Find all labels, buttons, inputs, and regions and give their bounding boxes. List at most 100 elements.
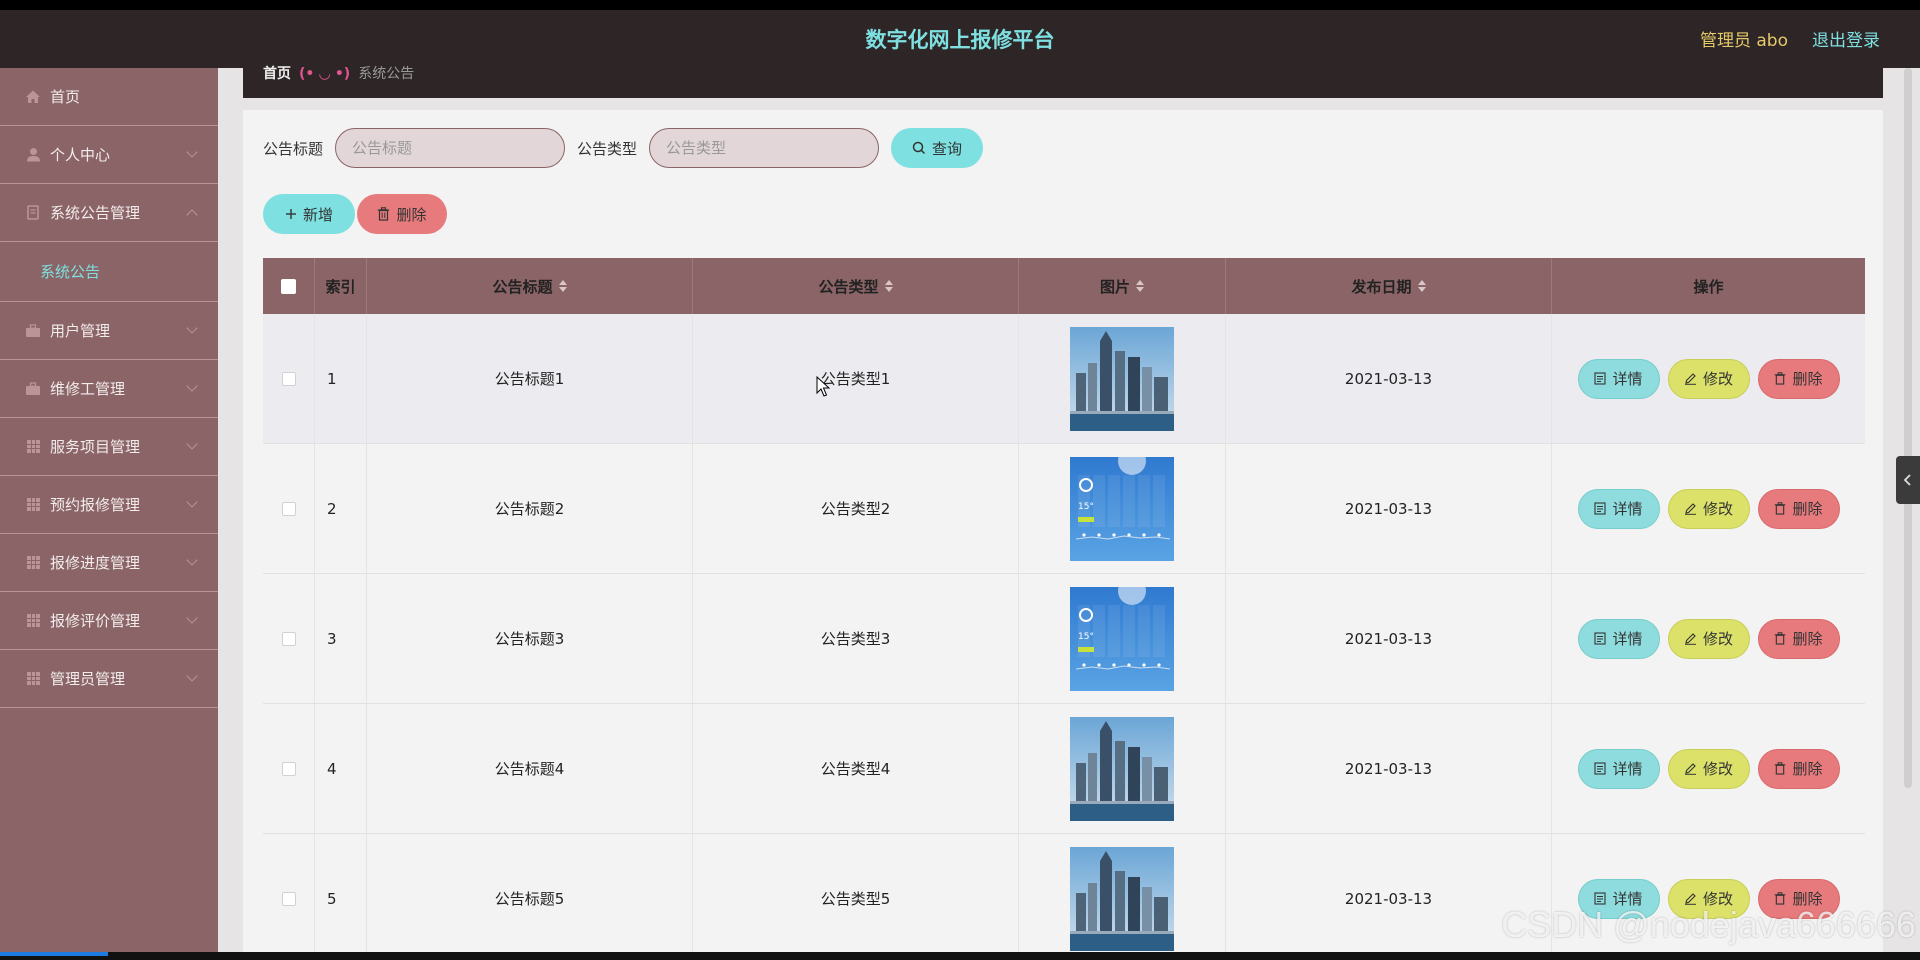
delete-button[interactable]: 删除 <box>1757 488 1840 529</box>
row-ops: 详情 修改 删除 <box>1552 574 1865 703</box>
sidebar-item[interactable]: 系统公告管理 <box>0 184 218 242</box>
batch-delete-label: 删除 <box>396 205 427 224</box>
row-checkbox[interactable] <box>281 631 296 646</box>
breadcrumb: 首页 (• ◡ •) 系统公告 <box>263 63 414 83</box>
title-search-input[interactable]: 公告标题 <box>335 128 566 168</box>
sort-icon[interactable] <box>1136 280 1144 292</box>
vertical-scrollbar[interactable] <box>1904 68 1912 788</box>
row-index: 2 <box>315 444 367 573</box>
svg-text:15°: 15° <box>1078 632 1094 642</box>
table-row: 2 公告标题2 公告类型2 15° 2021-03-13 详情 修改 删除 <box>263 444 1865 574</box>
query-button[interactable]: 查询 <box>891 128 984 168</box>
row-date: 2021-03-13 <box>1226 704 1552 833</box>
edit-button[interactable]: 修改 <box>1667 618 1750 659</box>
edit-button-label: 修改 <box>1702 630 1733 648</box>
edit-button[interactable]: 修改 <box>1667 748 1750 789</box>
header-type-label: 公告类型 <box>818 277 879 296</box>
header-title-label: 公告标题 <box>492 277 553 296</box>
sidebar-item[interactable]: 维修工管理 <box>0 360 218 418</box>
row-date: 2021-03-13 <box>1226 314 1552 443</box>
delete-button[interactable]: 删除 <box>1757 618 1840 659</box>
trash-icon <box>1774 502 1786 515</box>
sidebar-item[interactable]: 报修进度管理 <box>0 534 218 592</box>
row-checkbox[interactable] <box>281 371 296 386</box>
sidebar-item[interactable]: 首页 <box>0 68 218 126</box>
svg-text:15°: 15° <box>1078 502 1094 512</box>
row-image-cell <box>1019 704 1226 833</box>
table-row: 1 公告标题1 公告类型1 2021-03-13 详情 修改 删除 <box>263 314 1865 444</box>
admin-name: 管理员 abo <box>1699 31 1788 51</box>
trash-icon <box>1774 762 1786 775</box>
add-button[interactable]: 新增 <box>263 194 355 234</box>
sidebar-item[interactable]: 个人中心 <box>0 126 218 184</box>
sidebar-item[interactable]: 预约报修管理 <box>0 476 218 534</box>
header-image[interactable]: 图片 <box>1019 258 1226 314</box>
sidebar-item[interactable]: 报修评价管理 <box>0 592 218 650</box>
edit-button[interactable]: 修改 <box>1667 358 1750 399</box>
row-checkbox[interactable] <box>281 501 296 516</box>
detail-button[interactable]: 详情 <box>1577 618 1660 659</box>
header-type[interactable]: 公告类型 <box>693 258 1019 314</box>
edit-icon <box>1684 372 1697 385</box>
detail-icon <box>1594 502 1607 515</box>
select-all-checkbox[interactable] <box>281 278 296 294</box>
batch-delete-button[interactable]: 删除 <box>357 194 447 234</box>
delete-button[interactable]: 删除 <box>1757 358 1840 399</box>
row-image-cell: 15° <box>1019 444 1226 573</box>
detail-button[interactable]: 详情 <box>1577 358 1660 399</box>
sort-icon[interactable] <box>884 280 893 292</box>
row-index: 3 <box>315 574 367 703</box>
row-title: 公告标题1 <box>367 314 693 443</box>
sidebar-subitem-notice[interactable]: 系统公告 <box>0 242 218 302</box>
notice-image[interactable] <box>1070 716 1174 821</box>
delete-button-label: 删除 <box>1792 630 1823 648</box>
add-button-label: 新增 <box>302 205 333 224</box>
query-button-label: 查询 <box>932 139 963 158</box>
sort-icon[interactable] <box>1417 280 1426 292</box>
row-title: 公告标题4 <box>367 704 693 833</box>
detail-button[interactable]: 详情 <box>1577 488 1660 529</box>
content-panel: 公告标题 公告标题 公告类型 公告类型 查询 新增 删除 索引 公告标题 公告类… <box>243 110 1883 960</box>
header-index: 索引 <box>315 258 367 314</box>
row-title: 公告标题3 <box>367 574 693 703</box>
sidebar-item[interactable]: 服务项目管理 <box>0 418 218 476</box>
grid-icon <box>24 496 42 514</box>
notice-image[interactable] <box>1070 846 1174 951</box>
breadcrumb-home[interactable]: 首页 <box>263 66 291 82</box>
row-type: 公告类型5 <box>693 834 1019 960</box>
delete-button[interactable]: 删除 <box>1757 748 1840 789</box>
notice-image[interactable] <box>1070 326 1174 431</box>
row-ops: 详情 修改 删除 <box>1552 314 1865 443</box>
edit-button[interactable]: 修改 <box>1667 488 1750 529</box>
detail-icon <box>1594 372 1607 385</box>
detail-button[interactable]: 详情 <box>1577 748 1660 789</box>
logout-link[interactable]: 退出登录 <box>1812 26 1880 51</box>
sidebar-item[interactable]: 管理员管理 <box>0 650 218 708</box>
type-search-label: 公告类型 <box>577 139 638 158</box>
side-collapse-tab[interactable] <box>1896 456 1920 504</box>
table-header: 索引 公告标题 公告类型 图片 发布日期 操作 <box>263 258 1865 314</box>
header-ops: 操作 <box>1693 277 1724 296</box>
row-checkbox[interactable] <box>281 761 296 776</box>
detail-button-label: 详情 <box>1612 370 1643 388</box>
row-checkbox-cell <box>263 444 315 573</box>
row-index: 5 <box>315 834 367 960</box>
sidebar-item-label: 服务项目管理 <box>50 438 141 456</box>
sort-icon[interactable] <box>558 280 567 292</box>
notice-image[interactable]: 15° <box>1070 456 1174 561</box>
search-row: 公告标题 公告标题 公告类型 公告类型 查询 <box>263 128 984 168</box>
header-title[interactable]: 公告标题 <box>367 258 693 314</box>
row-ops: 详情 修改 删除 <box>1552 704 1865 833</box>
row-checkbox[interactable] <box>281 891 296 906</box>
trash-icon <box>1774 632 1786 645</box>
app-title: 数字化网上报修平台 <box>865 28 1055 52</box>
action-row: 新增 删除 <box>263 194 447 234</box>
detail-icon <box>1594 762 1607 775</box>
sidebar-item[interactable]: 用户管理 <box>0 302 218 360</box>
header-date[interactable]: 发布日期 <box>1226 258 1552 314</box>
type-search-input[interactable]: 公告类型 <box>649 128 880 168</box>
notice-image[interactable]: 15° <box>1070 586 1174 691</box>
bottom-progress <box>0 952 108 956</box>
row-type: 公告类型4 <box>693 704 1019 833</box>
chevron-down-icon <box>186 146 198 158</box>
